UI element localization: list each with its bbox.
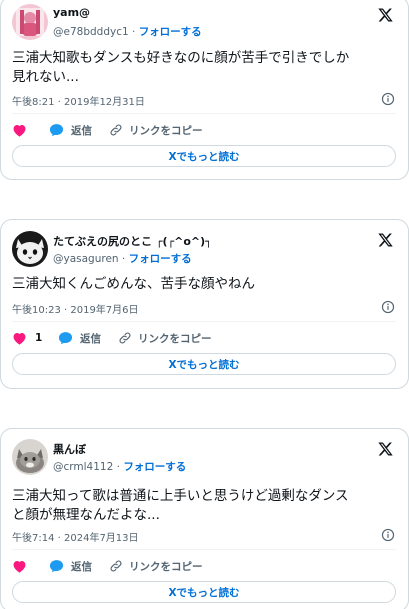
action-bar: 1 返信 リンクをコピー [12,329,396,347]
tweet-card[interactable]: たてぶえの尻のとこ ┌(┌^o^)┐ @yasaguren · フォローする 三… [0,219,409,389]
reply-label: 返信 [80,332,101,345]
tweet-text: 三浦大知歌もダンスも好きなのに顔が苦手で引きでしか 見れない... [12,49,394,87]
action-bar: 返信 リンクをコピー [12,121,396,139]
info-icon[interactable] [381,528,395,542]
user-handle[interactable]: @yasaguren [53,253,119,265]
copy-link-button[interactable]: リンクをコピー [109,123,203,138]
user-handle[interactable]: @e78bdddyc1 [53,26,129,38]
tweet-card[interactable]: yam@ @e78bdddyc1 · フォローする 三浦大知歌もダンスも好きなの… [0,0,409,180]
tweet-text-line: 見れない... [12,69,79,85]
reply-button[interactable]: 返信 [49,123,109,138]
divider [12,549,396,550]
user-handle[interactable]: @crml4112 [53,461,113,473]
avatar[interactable] [12,231,48,267]
separator-dot: · [132,26,136,38]
follow-button[interactable]: フォローする [123,461,186,473]
reply-bubble-icon [49,560,64,573]
follow-button[interactable]: フォローする [139,26,202,38]
heart-icon [13,333,26,345]
timestamp[interactable]: 午後8:21 · 2019年12月31日 [12,93,145,108]
info-icon[interactable] [381,300,395,314]
reply-bubble-icon [58,332,73,345]
handle-row: @e78bdddyc1 · フォローする [53,24,202,39]
x-logo-icon[interactable] [377,232,394,248]
tweet-text: 三浦大知くんごめんな、苦手な顔やねん [12,275,394,294]
copy-link-button[interactable]: リンクをコピー [109,559,203,574]
reply-bubble-icon [49,124,64,137]
heart-icon [13,561,26,573]
display-name[interactable]: たてぶえの尻のとこ ┌(┌^o^)┐ [53,233,212,249]
link-icon [119,332,131,344]
info-icon[interactable] [381,92,395,106]
x-logo-icon[interactable] [377,7,394,23]
timestamp[interactable]: 午後7:14 · 2024年7月13日 [12,529,139,544]
read-more-button[interactable]: Xでもっと読む [12,145,396,167]
follow-button[interactable]: フォローする [129,253,192,265]
tweet-card[interactable]: 黒んぼ @crml4112 · フォローする 三浦大知って歌は普通に上手いと思う… [0,428,409,609]
copy-link-label: リンクをコピー [129,560,203,573]
separator-dot: · [121,253,126,265]
handle-row: @yasaguren · フォローする [53,251,192,266]
tweet-text-line: 三浦大知くんごめんな、苦手な顔やねん [12,276,255,292]
display-name[interactable]: yam@ [53,6,90,19]
avatar[interactable] [12,439,48,475]
copy-link-button[interactable]: リンクをコピー [118,331,212,346]
action-bar: 返信 リンクをコピー [12,557,396,575]
read-more-button[interactable]: Xでもっと読む [12,581,396,603]
link-icon [110,124,122,136]
like-button[interactable] [12,123,49,137]
like-button[interactable]: 1 [12,331,58,345]
copy-link-label: リンクをコピー [138,332,212,345]
display-name[interactable]: 黒んぼ [53,441,86,457]
read-more-button[interactable]: Xでもっと読む [12,353,396,375]
link-icon [110,560,122,572]
reply-button[interactable]: 返信 [49,559,109,574]
tweet-text-line: 三浦大知って歌は普通に上手いと思うけど過剰なダンス [12,488,349,504]
tweet-text: 三浦大知って歌は普通に上手いと思うけど過剰なダンス と顔が無理なんだよな... [12,487,394,525]
like-button[interactable] [12,559,49,573]
divider [12,113,396,114]
timestamp[interactable]: 午後10:23 · 2019年7月6日 [12,301,139,316]
reply-label: 返信 [71,560,92,573]
divider [12,321,396,322]
tweet-text-line: 三浦大知歌もダンスも好きなのに顔が苦手で引きでしか [12,50,350,66]
reply-button[interactable]: 返信 [58,331,118,346]
separator-dot: · [116,461,120,473]
tweet-text-line: と顔が無理なんだよな... [12,507,160,523]
copy-link-label: リンクをコピー [129,124,203,137]
handle-row: @crml4112 · フォローする [53,459,186,474]
x-logo-icon[interactable] [377,441,394,457]
avatar[interactable] [12,4,48,40]
heart-icon [13,125,26,137]
reply-label: 返信 [71,124,92,137]
like-count: 1 [35,332,43,344]
